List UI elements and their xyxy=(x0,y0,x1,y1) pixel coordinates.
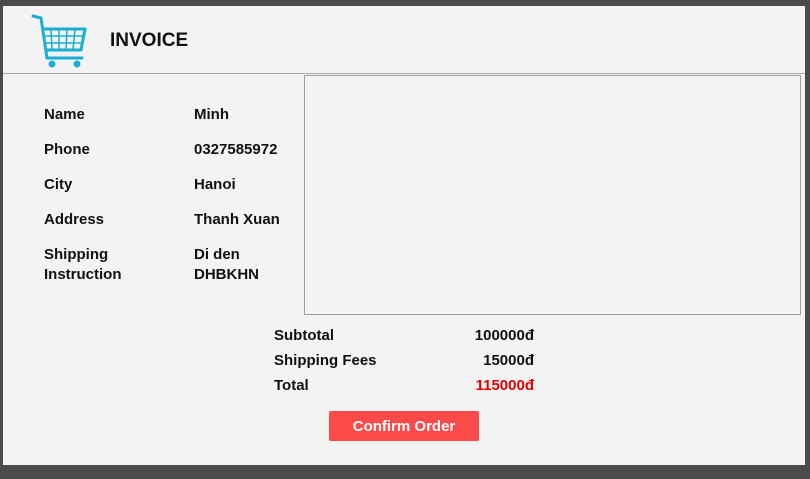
name-value: Minh xyxy=(194,106,229,123)
shipping-instruction-label-line1: Shipping xyxy=(44,246,109,263)
shipping-instruction-value-line2: DHBKHN xyxy=(194,266,259,283)
shipping-fees-label: Shipping Fees xyxy=(274,352,377,369)
phone-label: Phone xyxy=(44,141,90,158)
city-value: Hanoi xyxy=(194,176,236,193)
shipping-instruction-label-line2: Instruction xyxy=(44,266,122,283)
total-value: 115000đ xyxy=(475,377,534,394)
shipping-instruction-value: Di den DHBKHN xyxy=(194,245,299,285)
invoice-header: INVOICE xyxy=(3,6,805,74)
subtotal-value: 100000đ xyxy=(474,327,534,344)
city-label: City xyxy=(44,176,73,193)
shipping-instruction-value-line1: Di den xyxy=(194,246,240,263)
shipping-instruction-label: Shipping Instruction xyxy=(44,245,184,285)
phone-value: 0327585972 xyxy=(194,141,278,158)
bottom-bar xyxy=(0,465,810,479)
name-label: Name xyxy=(44,106,85,123)
subtotal-label: Subtotal xyxy=(274,327,334,344)
address-value: Thanh Xuan xyxy=(194,211,280,228)
shipping-fees-value: 15000đ xyxy=(483,352,534,369)
address-label: Address xyxy=(44,211,105,228)
cart-items-panel[interactable] xyxy=(304,75,801,315)
invoice-window: INVOICE Name Minh Phone 0327585972 City … xyxy=(3,6,805,465)
confirm-order-button[interactable]: Confirm Order xyxy=(329,411,479,441)
page-title: INVOICE xyxy=(110,30,189,51)
shopping-cart-icon xyxy=(31,14,87,68)
total-label: Total xyxy=(274,377,309,394)
